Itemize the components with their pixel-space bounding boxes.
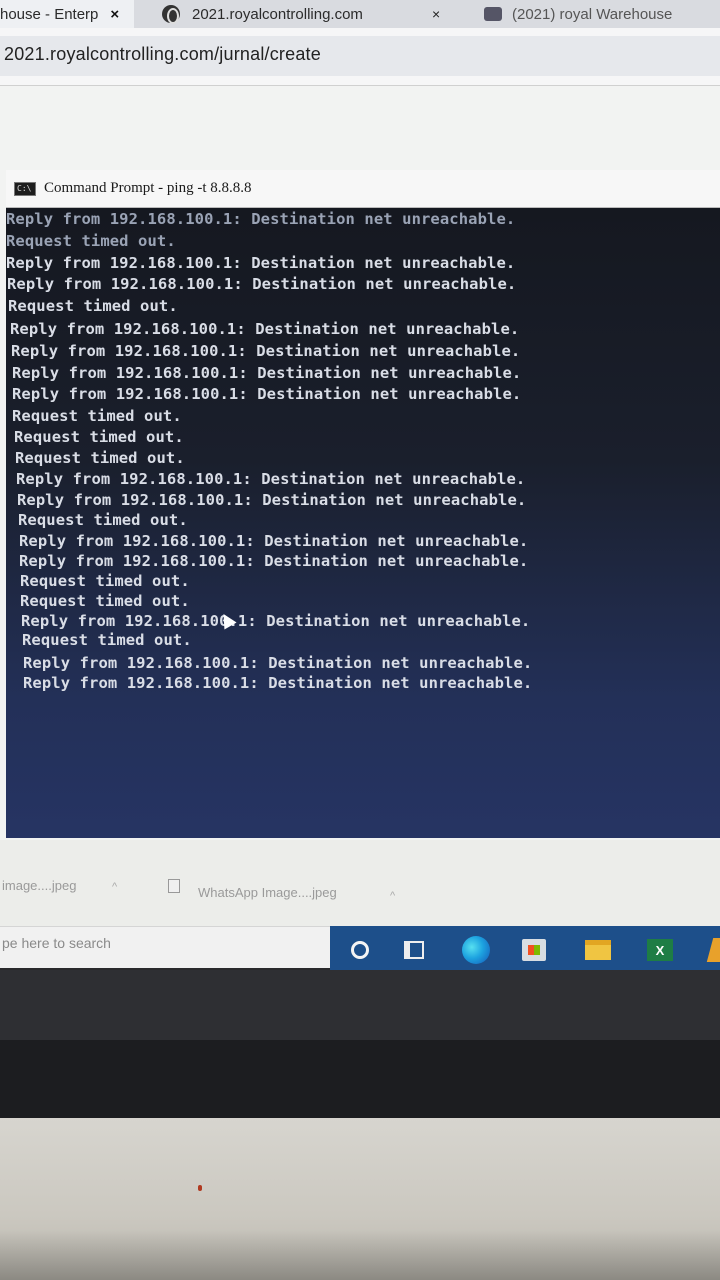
console-line: Request timed out. bbox=[15, 449, 185, 467]
console-line: Reply from 192.168.100.1: Destination ne… bbox=[6, 254, 516, 272]
download-item[interactable]: WhatsApp Image....jpeg bbox=[198, 885, 337, 900]
cortana-icon[interactable] bbox=[344, 934, 376, 966]
console-line: Request timed out. bbox=[20, 592, 190, 610]
console-line: Reply from 192.168.100.1: Destination ne… bbox=[12, 385, 522, 403]
console-line: Reply from 192.168.100.1: Destination ne… bbox=[6, 210, 516, 228]
console-line: Reply from 192.168.100.1: Destination ne… bbox=[19, 552, 529, 570]
command-prompt-icon: C:\ bbox=[14, 181, 36, 196]
chevron-up-icon[interactable]: ^ bbox=[112, 881, 117, 893]
console-line: Reply from 192.168.100.1: Destination ne… bbox=[11, 342, 521, 360]
console-line: Request timed out. bbox=[18, 511, 188, 529]
console-line: Request timed out. bbox=[12, 407, 182, 425]
downloads-bar bbox=[0, 840, 720, 930]
console-line: Reply from 192.168.100.1: Destination ne… bbox=[7, 275, 517, 293]
download-item[interactable]: image....jpeg bbox=[2, 878, 76, 893]
search-placeholder: pe here to search bbox=[2, 935, 111, 951]
excel-icon[interactable]: X bbox=[644, 934, 676, 966]
console-line: Request timed out. bbox=[22, 631, 192, 649]
file-explorer-icon[interactable] bbox=[582, 934, 614, 966]
task-view-icon[interactable] bbox=[398, 934, 430, 966]
command-prompt-titlebar[interactable]: C:\ Command Prompt - ping -t 8.8.8.8 bbox=[6, 170, 720, 208]
taskbar: X bbox=[330, 926, 720, 974]
close-icon[interactable]: × bbox=[432, 6, 440, 22]
console-line: Request timed out. bbox=[14, 428, 184, 446]
console-line: Reply from 192.168.100.1: Destination ne… bbox=[21, 612, 531, 630]
browser-tab-warehouse[interactable]: house - Enterp × bbox=[0, 0, 134, 28]
chevron-up-icon[interactable]: ^ bbox=[390, 890, 395, 902]
deck-shadow bbox=[0, 1230, 720, 1280]
url-text[interactable]: 2021.royalcontrolling.com/jurnal/create bbox=[4, 44, 321, 65]
console-line: Request timed out. bbox=[20, 572, 190, 590]
console-line: Reply from 192.168.100.1: Destination ne… bbox=[23, 674, 533, 692]
console-line: Reply from 192.168.100.1: Destination ne… bbox=[10, 320, 520, 338]
edge-icon[interactable] bbox=[460, 934, 492, 966]
store-icon[interactable] bbox=[518, 934, 550, 966]
tab-label: house - Enterp bbox=[0, 5, 99, 23]
laptop-hinge bbox=[0, 1040, 720, 1120]
address-bar: 2021.royalcontrolling.com/jurnal/create bbox=[0, 28, 720, 86]
file-icon bbox=[168, 879, 180, 893]
close-icon[interactable]: × bbox=[110, 6, 119, 23]
globe-icon bbox=[162, 5, 180, 24]
app-icon[interactable] bbox=[702, 934, 720, 966]
console-line: Reply from 192.168.100.1: Destination ne… bbox=[12, 364, 522, 382]
browser-tab-royal-warehouse[interactable]: (2021) royal Warehouse bbox=[476, 0, 720, 28]
browser-tab-bar: house - Enterp × 2021.royalcontrolling.c… bbox=[0, 0, 720, 28]
console-line: Reply from 192.168.100.1: Destination ne… bbox=[19, 532, 529, 550]
browser-tab-royalcontrolling[interactable]: 2021.royalcontrolling.com × bbox=[152, 0, 462, 28]
tab-label: (2021) royal Warehouse bbox=[512, 5, 673, 23]
console-line: Reply from 192.168.100.1: Destination ne… bbox=[16, 470, 526, 488]
console-line: Request timed out. bbox=[6, 232, 176, 250]
favicon-icon bbox=[484, 7, 502, 21]
tab-label: 2021.royalcontrolling.com bbox=[192, 5, 363, 23]
window-title: Command Prompt - ping -t 8.8.8.8 bbox=[44, 180, 252, 196]
console-line: Reply from 192.168.100.1: Destination ne… bbox=[23, 654, 533, 672]
indicator-light bbox=[198, 1185, 202, 1191]
console-line: Reply from 192.168.100.1: Destination ne… bbox=[17, 491, 527, 509]
console-line: Request timed out. bbox=[8, 297, 178, 315]
console-output[interactable]: Reply from 192.168.100.1: Destination ne… bbox=[6, 208, 720, 838]
taskbar-search-box[interactable]: pe here to search bbox=[0, 926, 332, 968]
